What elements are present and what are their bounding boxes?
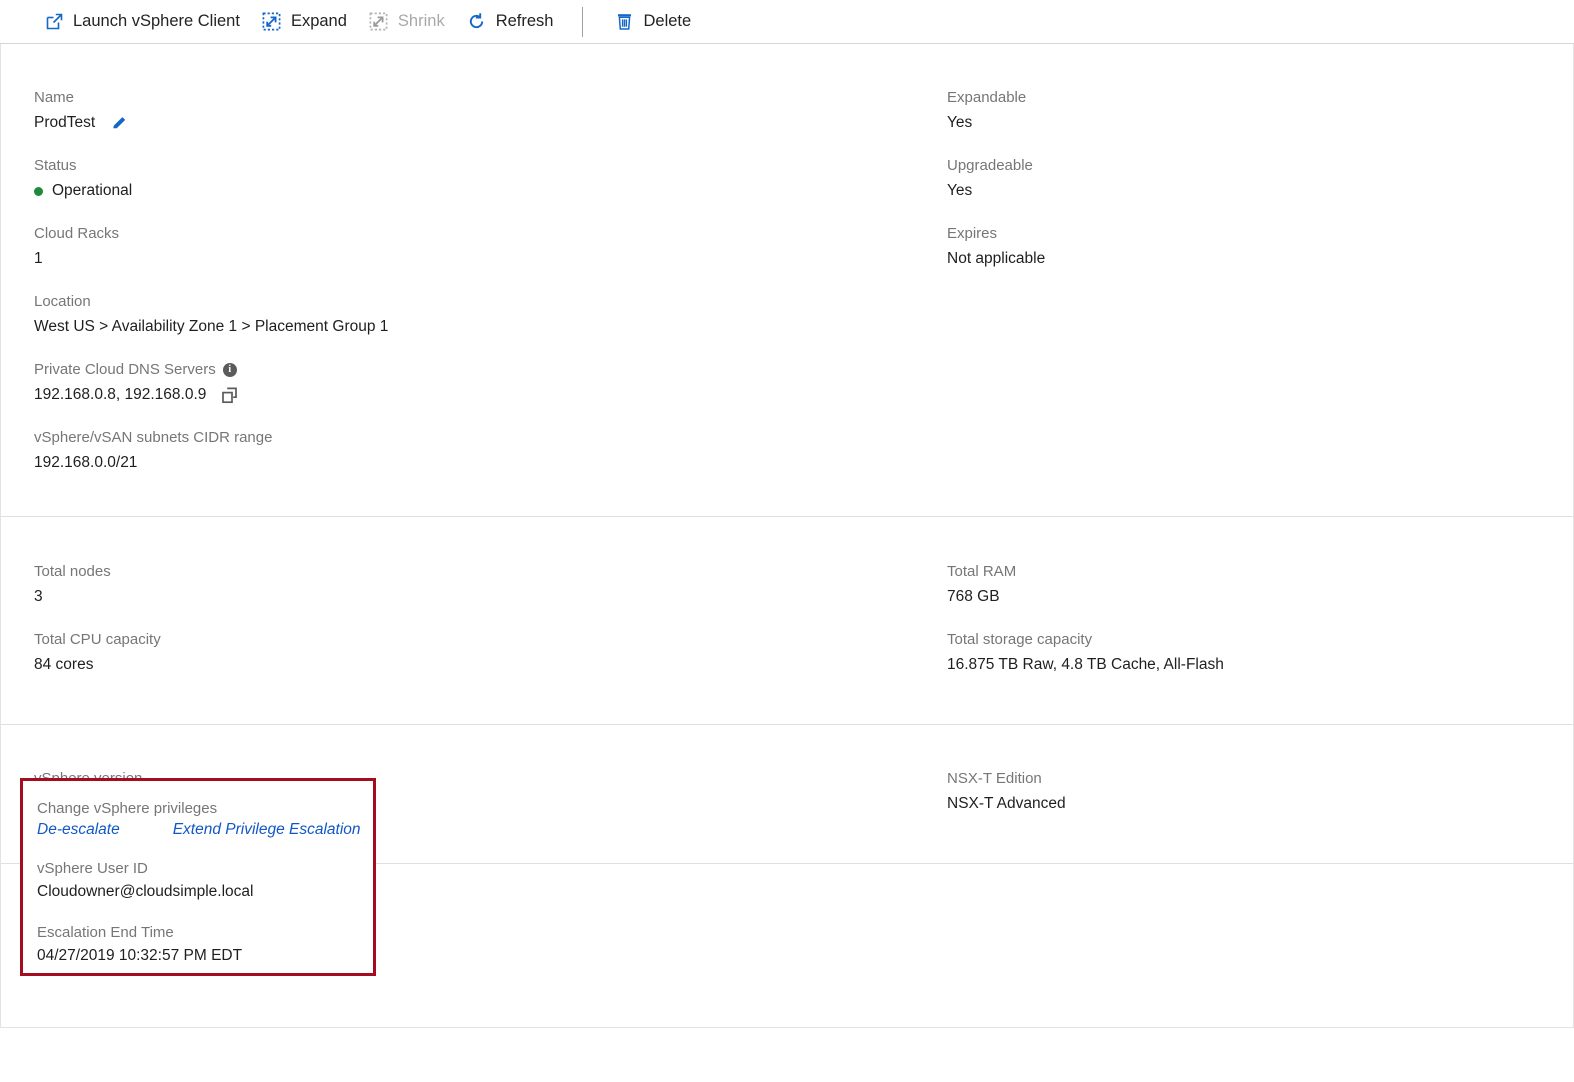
shrink-label: Shrink (397, 12, 445, 30)
field-total-ram-label: Total RAM (947, 563, 1017, 580)
field-expandable: Expandable Yes (947, 88, 1540, 134)
privileges-highlight-box: Change vSphere privileges De-escalate Ex… (20, 778, 376, 976)
capacity-right-column: Total RAM 768 GB Total storage capacity … (947, 562, 1540, 676)
field-location: Location West US > Availability Zone 1 >… (34, 292, 947, 338)
info-icon[interactable]: i (222, 363, 237, 377)
copy-icon[interactable] (220, 386, 239, 405)
field-expandable-label: Expandable (947, 89, 1027, 106)
field-cidr-range: vSphere/vSAN subnets CIDR range 192.168.… (34, 428, 947, 474)
field-total-nodes-label: Total nodes (34, 563, 111, 580)
field-status: Status Operational (34, 156, 947, 202)
refresh-icon (467, 12, 487, 32)
general-info-section: Name ProdTest Status Operational Cloud R… (1, 44, 1573, 516)
extend-privilege-escalation-link[interactable]: Extend Privilege Escalation (173, 821, 361, 839)
external-link-icon (44, 12, 64, 32)
software-right-column: NSX-T Edition NSX-T Advanced (947, 769, 1540, 815)
trash-icon (614, 12, 634, 32)
field-vsphere-user-id-value: Cloudowner@cloudsimple.local (37, 883, 254, 900)
capacity-section: Total nodes 3 Total CPU capacity 84 core… (1, 516, 1573, 724)
field-upgradeable: Upgradeable Yes (947, 156, 1540, 202)
field-cloud-racks: Cloud Racks 1 (34, 224, 947, 270)
field-dns-servers-label-text: Private Cloud DNS Servers (34, 361, 216, 378)
field-total-nodes: Total nodes 3 (34, 562, 947, 608)
general-info-right-column: Expandable Yes Upgradeable Yes Expires N… (947, 88, 1540, 270)
launch-vsphere-client-button[interactable]: Launch vSphere Client (33, 0, 251, 44)
field-cidr-range-label: vSphere/vSAN subnets CIDR range (34, 429, 273, 446)
field-name-label: Name (34, 89, 75, 106)
refresh-button[interactable]: Refresh (456, 0, 565, 44)
field-escalation-end-time: Escalation End Time 04/27/2019 10:32:57 … (37, 923, 373, 967)
field-cloud-racks-label: Cloud Racks (34, 225, 120, 242)
field-total-cpu-label: Total CPU capacity (34, 631, 161, 648)
field-nsxt-edition-label: NSX-T Edition (947, 770, 1042, 787)
general-info-left-column: Name ProdTest Status Operational Cloud R… (34, 88, 947, 474)
field-expires-value: Not applicable (947, 250, 1046, 267)
field-expires-label: Expires (947, 225, 998, 242)
shrink-icon (369, 12, 389, 32)
change-privileges-group: Change vSphere privileges De-escalate Ex… (37, 799, 373, 839)
toolbar-divider (582, 6, 584, 37)
field-dns-servers-value: 192.168.0.8, 192.168.0.9 (34, 386, 207, 403)
field-vsphere-user-id-label: vSphere User ID (37, 860, 148, 877)
expand-icon (262, 12, 282, 32)
field-name: Name ProdTest (34, 88, 947, 134)
delete-label: Delete (643, 12, 692, 30)
field-dns-servers-label: Private Cloud DNS Servers i (34, 360, 947, 380)
field-name-value: ProdTest (34, 114, 96, 131)
field-total-storage-value: 16.875 TB Raw, 4.8 TB Cache, All-Flash (947, 656, 1224, 673)
field-status-label: Status (34, 157, 77, 174)
field-expandable-value: Yes (947, 114, 973, 131)
field-escalation-end-time-value: 04/27/2019 10:32:57 PM EDT (37, 947, 243, 964)
field-nsxt-edition-value: NSX-T Advanced (947, 795, 1066, 812)
field-total-storage: Total storage capacity 16.875 TB Raw, 4.… (947, 630, 1540, 676)
private-cloud-summary-page: Launch vSphere Client Expand Shrink Refr… (0, 0, 1574, 1034)
status-indicator-dot (34, 186, 43, 196)
expand-button[interactable]: Expand (251, 0, 358, 44)
status-badge: Operational (52, 182, 133, 199)
field-escalation-end-time-label: Escalation End Time (37, 924, 174, 941)
field-upgradeable-value: Yes (947, 182, 973, 199)
field-total-ram-value: 768 GB (947, 588, 1000, 605)
field-total-cpu: Total CPU capacity 84 cores (34, 630, 947, 676)
field-dns-servers: Private Cloud DNS Servers i 192.168.0.8,… (34, 360, 947, 406)
field-location-value: West US > Availability Zone 1 > Placemen… (34, 318, 389, 335)
refresh-label: Refresh (495, 12, 554, 30)
field-cloud-racks-value: 1 (34, 250, 43, 267)
field-expires: Expires Not applicable (947, 224, 1540, 270)
field-vsphere-user-id: vSphere User ID Cloudowner@cloudsimple.l… (37, 859, 373, 903)
field-total-ram: Total RAM 768 GB (947, 562, 1540, 608)
pencil-icon[interactable] (111, 115, 128, 132)
field-total-storage-label: Total storage capacity (947, 631, 1093, 648)
field-location-label: Location (34, 293, 91, 310)
de-escalate-link[interactable]: De-escalate (37, 821, 120, 839)
expand-label: Expand (290, 12, 347, 30)
capacity-left-column: Total nodes 3 Total CPU capacity 84 core… (34, 562, 947, 676)
launch-vsphere-client-label: Launch vSphere Client (73, 12, 240, 30)
field-nsxt-edition: NSX-T Edition NSX-T Advanced (947, 769, 1540, 815)
change-privileges-label: Change vSphere privileges (37, 800, 218, 817)
action-toolbar: Launch vSphere Client Expand Shrink Refr… (0, 0, 1574, 44)
delete-button[interactable]: Delete (603, 0, 702, 44)
field-total-nodes-value: 3 (34, 588, 43, 605)
shrink-button: Shrink (358, 0, 456, 44)
field-total-cpu-value: 84 cores (34, 656, 94, 673)
field-cidr-range-value: 192.168.0.0/21 (34, 454, 138, 471)
field-upgradeable-label: Upgradeable (947, 157, 1033, 174)
